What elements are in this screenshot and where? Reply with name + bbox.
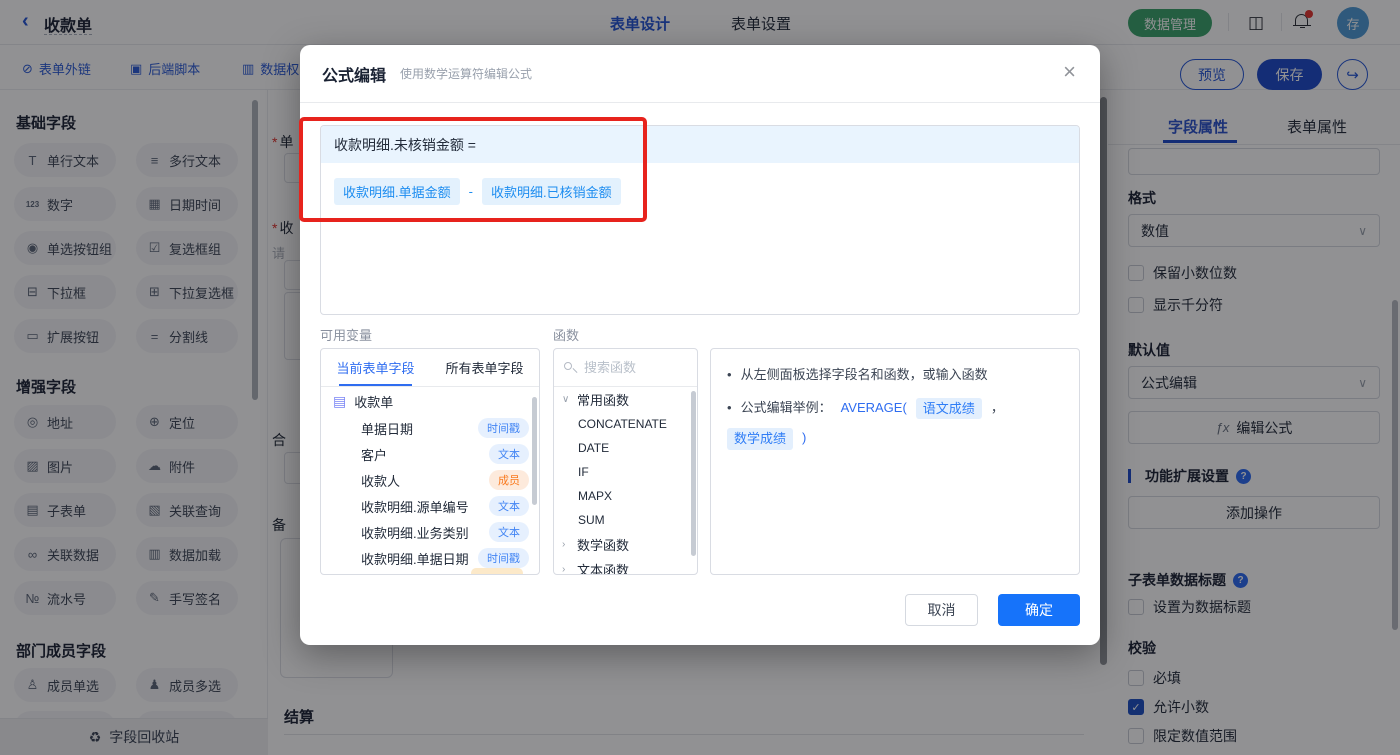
clipped-row <box>471 568 523 574</box>
cancel-button[interactable]: 取消 <box>905 594 978 626</box>
example-function: AVERAGE( <box>840 399 907 415</box>
tab-all-form-fields[interactable]: 所有表单字段 <box>430 349 539 386</box>
type-badge: 文本 <box>489 444 529 464</box>
variable-row[interactable]: 收款明细.源单编号 文本 <box>321 493 539 519</box>
example-field-chip: 数学成绩 <box>727 428 794 450</box>
type-badge: 文本 <box>489 496 529 516</box>
function-item[interactable]: DATE <box>554 436 697 460</box>
search-icon <box>564 361 578 375</box>
functions-panel: ∨ 常用函数 CONCATENATE DATE IF MAPX SUM › 数学… <box>553 348 698 575</box>
type-badge: 成员 <box>489 470 529 490</box>
variables-label: 可用变量 <box>320 328 373 343</box>
help-example: 公式编辑举例： AVERAGE( 语文成绩 ， 数学成绩 ) <box>727 397 1063 450</box>
variables-panel: 当前表单字段 所有表单字段 ▤ 收款单 单据日期 时间戳 客户 文本 收款人 成… <box>320 348 540 575</box>
example-field-chip: 语文成绩 <box>915 397 982 419</box>
chevron-collapsed-icon: › <box>562 539 566 550</box>
chevron-collapsed-icon: › <box>562 564 566 575</box>
variable-name: 收款明细.源单编号 <box>361 499 469 515</box>
variable-name: 收款明细.单据日期 <box>361 551 469 567</box>
annotation-highlight <box>299 117 647 222</box>
chevron-expanded-icon: ∨ <box>562 394 570 405</box>
function-group-label: 常用函数 <box>577 393 630 408</box>
function-item[interactable]: CONCATENATE <box>554 412 697 436</box>
form-node-label: 收款单 <box>354 394 394 410</box>
help-example-label: 公式编辑举例： <box>740 399 832 415</box>
variables-scrollbar[interactable] <box>532 397 537 505</box>
confirm-button[interactable]: 确定 <box>998 594 1080 626</box>
function-group[interactable]: ∨ 常用函数 <box>554 387 697 412</box>
function-group-label: 文本函数 <box>577 563 630 575</box>
type-badge: 时间戳 <box>478 418 529 438</box>
variable-row[interactable]: 收款人 成员 <box>321 467 539 493</box>
function-group[interactable]: › 文本函数 <box>554 557 697 575</box>
modal-header: 公式编辑 使用数学运算符编辑公式 <box>300 45 1100 103</box>
help-panel: 从左侧面板选择字段名和函数，或输入函数 公式编辑举例： AVERAGE( 语文成… <box>710 348 1080 575</box>
function-search <box>554 349 697 387</box>
variable-name: 收款人 <box>361 473 401 489</box>
variable-name: 收款明细.业务类别 <box>361 525 469 541</box>
variable-row[interactable]: 客户 文本 <box>321 441 539 467</box>
function-search-input[interactable] <box>584 360 674 375</box>
tab-current-form-fields[interactable]: 当前表单字段 <box>321 349 430 386</box>
modal-title: 公式编辑 <box>322 67 387 85</box>
form-icon: ▤ <box>333 392 347 409</box>
variable-name: 客户 <box>361 447 388 463</box>
example-close-paren: ) <box>802 430 807 445</box>
functions-label: 函数 <box>553 328 580 343</box>
function-item[interactable]: IF <box>554 460 697 484</box>
help-tip-text: 从左侧面板选择字段名和函数，或输入函数 <box>740 367 988 382</box>
form-node[interactable]: ▤ 收款单 <box>321 387 539 415</box>
variable-row[interactable]: 单据日期 时间戳 <box>321 415 539 441</box>
function-item[interactable]: MAPX <box>554 484 697 508</box>
form-designer-app: ‹ 收款单 表单设计 表单设置 数据管理 ◫ 存 ⊘ 表单外链 ▣ 后端脚本 ▥… <box>0 0 1400 755</box>
type-badge: 时间戳 <box>478 548 529 568</box>
close-icon[interactable]: × <box>1063 61 1076 83</box>
type-badge: 文本 <box>489 522 529 542</box>
function-group-label: 数学函数 <box>577 538 630 553</box>
variable-row[interactable]: 收款明细.业务类别 文本 <box>321 519 539 545</box>
variable-name: 单据日期 <box>361 421 414 437</box>
help-tip: 从左侧面板选择字段名和函数，或输入函数 <box>727 365 1063 385</box>
example-comma: ， <box>990 399 1004 415</box>
functions-scrollbar[interactable] <box>691 391 696 556</box>
function-group[interactable]: › 数学函数 <box>554 532 697 557</box>
function-item[interactable]: SUM <box>554 508 697 532</box>
modal-subtitle: 使用数学运算符编辑公式 <box>400 67 533 81</box>
variables-tabs: 当前表单字段 所有表单字段 <box>321 349 539 387</box>
